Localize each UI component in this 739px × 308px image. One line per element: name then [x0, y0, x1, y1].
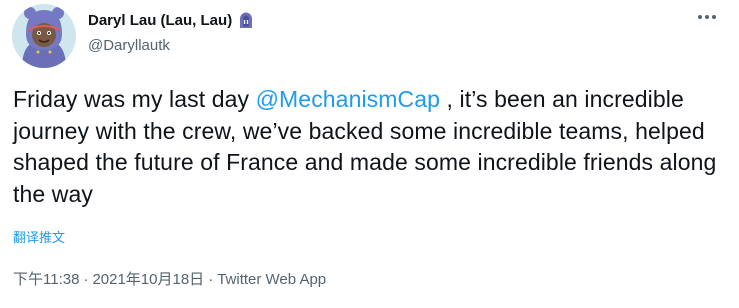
tweet-date: 2021年10月18日 [92, 271, 205, 288]
avatar[interactable] [12, 4, 76, 68]
tweet-text: Friday was my last day @MechanismCap , i… [13, 84, 733, 210]
author-block: Daryl Lau (Lau, Lau) @Daryllautk [88, 9, 255, 54]
more-options-button[interactable] [690, 6, 724, 28]
separator-dot: · [83, 271, 89, 288]
tweet-text-part: Friday was my last day [13, 86, 256, 112]
tweet-time: 下午11:38 [13, 271, 80, 288]
tweet: Daryl Lau (Lau, Lau) @Daryllautk Friday … [0, 0, 739, 308]
author-handle[interactable]: @Daryllautk [88, 37, 255, 54]
display-name[interactable]: Daryl Lau (Lau, Lau) [88, 12, 232, 29]
tweet-source[interactable]: Twitter Web App [217, 271, 326, 288]
mention-link[interactable]: @MechanismCap [256, 86, 440, 112]
avatar-image [12, 4, 76, 68]
timestamp-link[interactable]: 下午11:38 · 2021年10月18日 [13, 271, 204, 288]
separator-dot: · [208, 271, 214, 288]
more-dots-icon [698, 15, 716, 19]
translate-tweet-link[interactable]: 翻译推文 [13, 227, 65, 246]
tweet-meta: 下午11:38 · 2021年10月18日 · Twitter Web App [13, 268, 326, 289]
name-row: Daryl Lau (Lau, Lau) [88, 9, 255, 31]
hoodie-icon [237, 11, 255, 29]
